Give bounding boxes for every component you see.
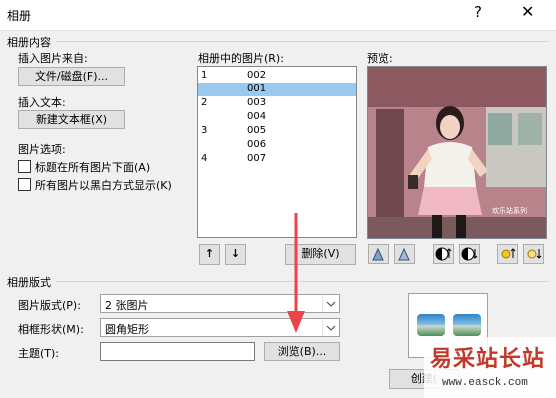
rotate-right-icon — [398, 247, 410, 261]
file-disk-button[interactable]: 文件/磁盘(F)... — [18, 67, 125, 86]
move-down-button[interactable]: ↓ — [225, 244, 246, 265]
preview-thumbnail — [453, 314, 481, 336]
watermark-text: 易采站长站 — [430, 346, 546, 372]
preview-thumbnail — [417, 314, 445, 336]
contrast-up-button[interactable] — [433, 244, 454, 264]
chevron-down-icon — [322, 319, 339, 336]
theme-label: 主题(T): — [18, 347, 60, 360]
close-button[interactable]: ✕ — [521, 2, 534, 21]
black-white-checkbox-label: 所有图片以黑白方式显示(K) — [35, 179, 172, 192]
contrast-down-icon — [461, 247, 478, 261]
brightness-up-icon — [501, 248, 516, 259]
watermark: 易采站长站 www.easck.com — [424, 337, 556, 398]
group-divider — [56, 41, 549, 42]
pictures-listbox[interactable]: 1 002 001 2 003 004 3 005 006 4 007 — [197, 66, 357, 238]
browse-button[interactable]: 浏览(B)... — [264, 342, 340, 361]
list-item-selected[interactable]: 001 — [198, 83, 356, 96]
captions-checkbox-label: 标题在所有图片下面(A) — [35, 161, 151, 174]
list-item[interactable]: 1 002 — [198, 70, 356, 83]
pictures-list-label: 相册中的图片(R): — [198, 52, 284, 65]
content-group-label: 相册内容 — [7, 36, 51, 49]
dialog-body: 相册内容 插入图片来自: 文件/磁盘(F)... 插入文本: 新建文本框(X) … — [0, 30, 556, 398]
preview-label: 预览: — [367, 52, 393, 65]
insert-text-label: 插入文本: — [18, 96, 66, 109]
layout-group-label: 相册版式 — [7, 276, 51, 289]
picture-options-label: 图片选项: — [18, 143, 66, 156]
window-title: 相册 — [7, 9, 32, 23]
chevron-down-icon — [322, 295, 339, 312]
arrow-up-icon: ↑ — [204, 247, 215, 260]
new-textbox-button[interactable]: 新建文本框(X) — [18, 110, 125, 129]
annotation-arrow — [287, 213, 305, 333]
rotate-left-button[interactable] — [368, 244, 389, 264]
help-button[interactable]: ? — [474, 3, 482, 21]
brightness-up-button[interactable] — [497, 244, 518, 264]
brightness-down-icon — [527, 249, 542, 259]
insert-picture-label: 插入图片来自: — [18, 52, 88, 65]
arrow-down-icon: ↓ — [230, 247, 241, 260]
picture-layout-label: 图片版式(P): — [18, 299, 81, 312]
photo-caption: 欢乐站系列 — [492, 206, 527, 215]
move-up-button[interactable]: ↑ — [199, 244, 220, 265]
frame-shape-label: 相框形状(M): — [18, 323, 84, 336]
list-item[interactable]: 3 005 — [198, 125, 356, 138]
list-item[interactable]: 2 003 — [198, 97, 356, 110]
theme-input[interactable] — [100, 342, 255, 361]
black-white-checkbox[interactable] — [18, 178, 31, 191]
preview-photo: 欢乐站系列 — [368, 67, 546, 238]
watermark-url: www.easck.com — [442, 377, 528, 389]
title-bar: 相册 ? ✕ — [0, 0, 556, 30]
contrast-up-icon — [435, 247, 452, 261]
captions-checkbox[interactable] — [18, 160, 31, 173]
rotate-left-icon — [372, 247, 384, 261]
brightness-down-button[interactable] — [523, 244, 544, 264]
preview-pane: 欢乐站系列 — [367, 66, 547, 239]
contrast-down-button[interactable] — [459, 244, 480, 264]
rotate-right-button[interactable] — [394, 244, 415, 264]
list-item[interactable]: 4 007 — [198, 153, 356, 166]
list-item[interactable]: 004 — [198, 111, 356, 124]
list-item[interactable]: 006 — [198, 139, 356, 152]
